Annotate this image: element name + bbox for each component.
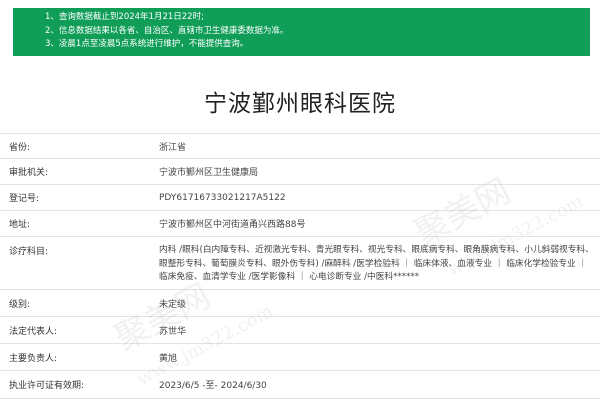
row-value: 黄旭: [159, 353, 178, 364]
row-value: PDY61716733021217A5122: [159, 192, 286, 203]
table-row-province: 省份: 浙江省: [0, 134, 600, 159]
table-row-departments: 诊疗科目: 内科 /眼科(白内障专科、近视激光专科、青光眼专科、视光专科、眼底病…: [0, 237, 600, 290]
row-label: 地址:: [9, 220, 31, 230]
row-label: 级别:: [9, 299, 31, 310]
notice-line-1: 1、查询数据截止到2024年1月21日22时;: [45, 12, 204, 22]
row-label: 登记号:: [9, 194, 40, 204]
notice-banner: 1、查询数据截止到2024年1月21日22时; 2、信息数据结果以各省、自治区、…: [13, 8, 590, 56]
row-value: 浙江省: [159, 142, 187, 153]
row-label: 诊疗科目:: [9, 247, 49, 257]
info-table: 省份: 浙江省 审批机关: 宁波市鄞州区卫生健康局 登记号: PDY617167…: [0, 133, 600, 399]
table-row-address: 地址: 宁波市鄞州区中河街道甬兴西路88号: [0, 211, 600, 237]
notice-line-2: 2、信息数据结果以各省、自治区、直辖市卫生健康委数据为准。: [45, 25, 289, 36]
row-value: 内科 /眼科(白内障专科、近视激光专科、青光眼专科、视光专科、眼底病专科、眼角膜…: [159, 245, 594, 282]
table-row-legal-representative: 法定代表人: 苏世华: [0, 317, 600, 344]
row-value: 宁波市鄞州区卫生健康局: [159, 168, 259, 178]
row-label: 审批机关:: [9, 168, 49, 178]
table-row-level: 级别: 未定级: [0, 290, 600, 317]
notice-line-3: 3、凌晨1点至凌晨5点系统进行维护，不能提供查询。: [45, 39, 249, 49]
row-value: 2023/6/5 -至- 2024/6/30: [159, 381, 267, 391]
row-value: 未定级: [159, 299, 187, 310]
row-value: 宁波市鄞州区中河街道甬兴西路88号: [159, 220, 306, 230]
table-row-principal: 主要负责人: 黄旭: [0, 344, 600, 371]
page-title: 宁波鄞州眼科医院: [204, 91, 396, 117]
table-row-license-validity: 执业许可证有效期: 2023/6/5 -至- 2024/6/30: [0, 371, 600, 399]
table-row-registration-number: 登记号: PDY61716733021217A5122: [0, 185, 600, 211]
row-value: 苏世华: [159, 326, 187, 337]
row-label: 省份:: [9, 142, 31, 153]
row-label: 法定代表人:: [9, 326, 58, 337]
table-row-approval-authority: 审批机关: 宁波市鄞州区卫生健康局: [0, 159, 600, 185]
row-label: 执业许可证有效期:: [9, 381, 85, 391]
row-label: 主要负责人:: [9, 353, 58, 364]
